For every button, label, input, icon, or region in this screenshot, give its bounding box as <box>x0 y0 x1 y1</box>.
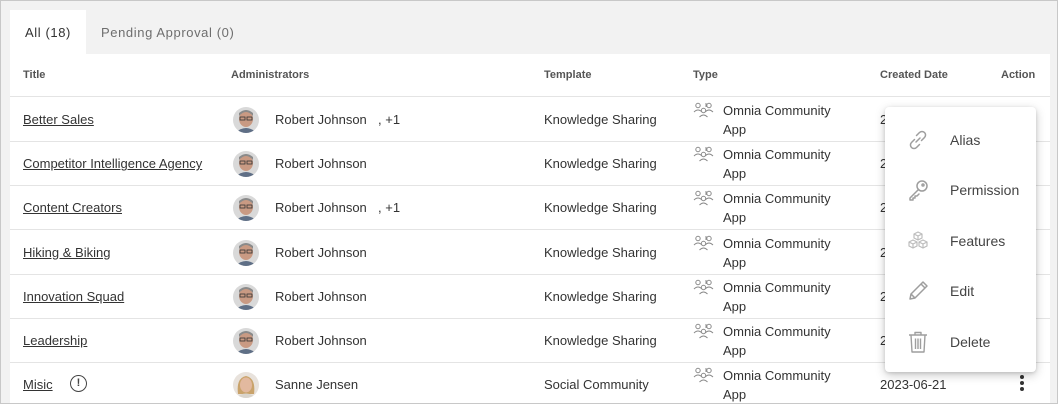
menu-item-edit[interactable]: Edit <box>885 265 1036 315</box>
menu-item-delete[interactable]: Delete <box>885 316 1036 366</box>
administrator-name[interactable]: Robert Johnson <box>275 156 367 171</box>
avatar <box>233 239 259 266</box>
avatar <box>233 328 259 354</box>
community-type-line1: Omnia Community <box>723 103 831 118</box>
menu-item-features[interactable]: Features <box>885 215 1036 265</box>
avatar <box>233 151 259 178</box>
community-type-line1: Omnia Community <box>723 235 831 251</box>
menu-item-alias-label: Alias <box>950 132 981 148</box>
column-header-administrators[interactable]: Administrators <box>231 69 309 81</box>
administrator-name[interactable]: Robert Johnson <box>275 112 367 127</box>
more-actions-kebab-icon[interactable] <box>1016 373 1028 397</box>
community-type: Omnia Community App <box>723 366 853 403</box>
community-app-icon <box>693 235 715 251</box>
pencil-icon <box>909 281 928 300</box>
trash-icon <box>909 331 927 353</box>
avatar <box>233 195 259 222</box>
avatar <box>233 107 259 133</box>
community-type-line1: Omnia Community <box>723 191 831 207</box>
administrator-name[interactable]: Sanne Jensen <box>275 377 358 392</box>
additional-admins-count[interactable]: , +1 <box>378 112 400 127</box>
community-title-link[interactable]: Better Sales <box>23 112 94 127</box>
column-header-title[interactable]: Title <box>23 69 45 81</box>
cubes-icon <box>908 231 928 249</box>
community-type-line2: App <box>723 343 747 358</box>
info-icon[interactable]: ! <box>70 375 87 393</box>
key-icon <box>909 180 928 202</box>
menu-item-permission-label: Permission <box>950 182 1020 199</box>
administrator-name[interactable]: Robert Johnson <box>275 333 367 348</box>
administrator-name[interactable]: Robert Johnson <box>275 289 367 304</box>
column-header-created-date[interactable]: Created Date <box>880 69 948 81</box>
community-type: Omnia Community App <box>723 189 853 227</box>
avatar <box>233 372 259 399</box>
community-type: Omnia Community App <box>723 145 853 183</box>
link-icon <box>909 130 927 150</box>
community-title-link[interactable]: Content Creators <box>23 200 122 215</box>
community-title-link[interactable]: Competitor Intelligence Agency <box>23 156 202 171</box>
column-header-action: Action <box>1001 69 1036 81</box>
template-name: Social Community <box>544 377 649 393</box>
community-app-icon <box>693 146 715 162</box>
community-app-icon <box>693 367 715 383</box>
communities-view: All (18) Pending Approval (0) Title Admi… <box>0 0 1058 404</box>
menu-item-edit-label: Edit <box>950 283 975 300</box>
table-header: Title Administrators Template Type Creat… <box>10 54 1050 97</box>
community-title-link[interactable]: Hiking & Biking <box>23 245 110 260</box>
community-title-link[interactable]: Leadership <box>23 333 87 348</box>
template-name: Knowledge Sharing <box>544 156 657 172</box>
administrator-name[interactable]: Robert Johnson <box>275 245 367 260</box>
community-title-link[interactable]: Innovation Squad <box>23 289 124 304</box>
menu-item-features-label: Features <box>950 232 1006 249</box>
community-type-line1: Omnia Community <box>723 279 831 295</box>
community-type-line1: Omnia Community <box>723 324 831 339</box>
community-type-line2: App <box>723 122 747 137</box>
column-header-template[interactable]: Template <box>544 69 591 81</box>
administrator-name[interactable]: Robert Johnson <box>275 200 367 215</box>
action-menu: Alias Permission Features Edit Delete <box>885 107 1036 372</box>
community-type-line2: App <box>723 254 747 270</box>
community-type: Omnia Community App <box>723 234 853 272</box>
community-type: Omnia Community App <box>723 322 853 360</box>
community-app-icon <box>693 323 715 339</box>
community-app-icon <box>693 190 715 206</box>
community-type-line2: App <box>723 166 747 182</box>
additional-admins-count[interactable]: , +1 <box>378 200 400 215</box>
community-type-line1: Omnia Community <box>723 147 831 163</box>
created-date: 2023-06-21 <box>880 377 947 393</box>
tab-bar: All (18) Pending Approval (0) <box>10 10 249 54</box>
template-name: Knowledge Sharing <box>544 112 657 127</box>
template-name: Knowledge Sharing <box>544 333 657 348</box>
menu-item-delete-label: Delete <box>950 333 991 350</box>
template-name: Knowledge Sharing <box>544 244 657 260</box>
template-name: Knowledge Sharing <box>544 200 657 216</box>
community-title-link[interactable]: Misic <box>23 377 53 392</box>
community-type-line2: App <box>723 298 747 314</box>
community-type-line2: App <box>723 387 747 403</box>
community-type: Omnia Community App <box>723 101 853 139</box>
community-type-line2: App <box>723 210 747 226</box>
tab-all[interactable]: All (18) <box>10 10 86 54</box>
community-app-icon <box>693 102 715 118</box>
menu-item-permission[interactable]: Permission <box>885 164 1036 214</box>
community-type-line1: Omnia Community <box>723 368 831 384</box>
template-name: Knowledge Sharing <box>544 288 657 304</box>
column-header-type[interactable]: Type <box>693 69 718 81</box>
menu-item-alias[interactable]: Alias <box>885 114 1036 164</box>
tab-pending-approval[interactable]: Pending Approval (0) <box>86 10 249 54</box>
avatar <box>233 283 259 310</box>
community-type: Omnia Community App <box>723 278 853 316</box>
community-app-icon <box>693 279 715 295</box>
